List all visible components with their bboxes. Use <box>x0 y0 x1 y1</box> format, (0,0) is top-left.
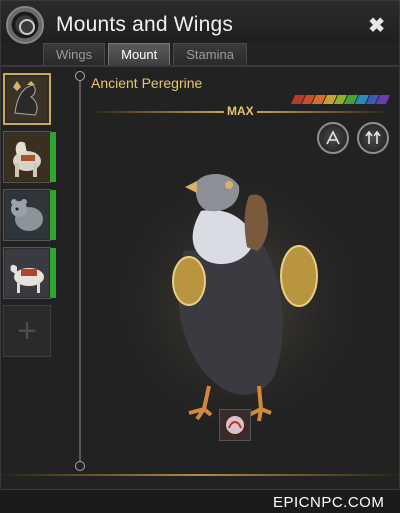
tab-wings[interactable]: Wings <box>43 43 106 65</box>
titlebar: Mounts and Wings ✖ <box>1 1 399 44</box>
horse-icon <box>4 132 50 182</box>
dual-arrow-skill-icon[interactable] <box>357 122 389 154</box>
footer-divider <box>1 474 399 476</box>
cow-icon <box>4 248 50 298</box>
add-mount-slot[interactable]: + <box>3 305 51 357</box>
griffin-icon <box>5 75 49 123</box>
scroll-rail[interactable] <box>79 75 81 465</box>
scroll-rail-top-knob <box>75 71 85 81</box>
mount-slot-white-horse[interactable] <box>3 131 56 183</box>
mount-slot-saddled-mount[interactable] <box>3 247 56 299</box>
watermark: EPICNPC.COM <box>273 494 385 511</box>
mount-slot-ancient-peregrine[interactable] <box>3 73 51 125</box>
scroll-rail-bottom-knob <box>75 461 85 471</box>
bear-icon <box>4 190 50 240</box>
tab-stamina[interactable]: Stamina <box>173 43 247 65</box>
status-bar <box>50 132 56 182</box>
wing-skill-icon[interactable] <box>317 122 349 154</box>
level-label: MAX <box>224 104 257 118</box>
grade-bar <box>290 95 391 104</box>
mount-list: + <box>3 73 56 363</box>
close-icon[interactable]: ✖ <box>368 13 385 38</box>
mount-preview[interactable] <box>89 151 389 451</box>
griffin-mount-image <box>99 161 379 441</box>
tab-mount[interactable]: Mount <box>108 43 171 65</box>
summon-item-icon[interactable] <box>219 409 251 441</box>
status-bar <box>50 248 56 298</box>
plus-icon: + <box>17 311 37 350</box>
gear-logo-icon <box>6 6 44 44</box>
mount-slot-gray-bear[interactable] <box>3 189 56 241</box>
tab-bar: Wings Mount Stamina <box>43 43 250 65</box>
window-title: Mounts and Wings <box>56 13 234 36</box>
header-divider <box>1 65 399 67</box>
status-bar <box>50 190 56 240</box>
mounts-window: Mounts and Wings ✖ Wings Mount Stamina +… <box>0 0 400 490</box>
mount-name: Ancient Peregrine <box>91 75 203 91</box>
